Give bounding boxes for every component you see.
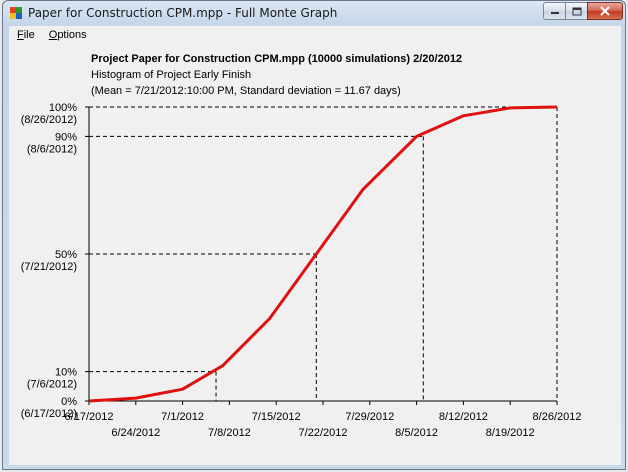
maximize-button[interactable] xyxy=(565,2,588,20)
y-marker-date: (8/26/2012) xyxy=(21,114,77,126)
chart-title: Project Paper for Construction CPM.mpp (… xyxy=(91,53,462,65)
app-icon xyxy=(10,7,22,19)
close-icon xyxy=(600,6,610,16)
y-marker-date: (7/21/2012) xyxy=(21,261,77,273)
menu-options[interactable]: Options xyxy=(43,29,93,41)
x-tick-label: 7/8/2012 xyxy=(208,427,251,439)
y-marker-percent: 100% xyxy=(49,102,77,114)
window-title: Paper for Construction CPM.mpp - Full Mo… xyxy=(28,6,338,20)
y-marker-percent: 0% xyxy=(61,396,77,408)
x-tick-label: 7/15/2012 xyxy=(252,411,301,423)
chart-stats: (Mean = 7/21/2012:10:00 PM, Standard dev… xyxy=(91,85,401,97)
y-marker-percent: 10% xyxy=(55,367,77,379)
chart-subtitle: Histogram of Project Early Finish xyxy=(91,69,251,81)
x-tick-label: 8/26/2012 xyxy=(533,411,582,423)
y-marker-date: (6/17/2012) xyxy=(21,408,77,420)
x-tick-label: 8/12/2012 xyxy=(439,411,488,423)
x-tick-label: 7/22/2012 xyxy=(299,427,348,439)
maximize-icon xyxy=(572,7,581,15)
menu-bar: File Options xyxy=(9,26,621,44)
menu-file-accel: F xyxy=(17,29,24,41)
menu-file[interactable]: File xyxy=(11,29,41,41)
minimize-icon xyxy=(550,12,559,14)
x-tick-label: 7/1/2012 xyxy=(161,411,204,423)
minimize-button[interactable] xyxy=(543,2,566,20)
x-tick-label: 7/29/2012 xyxy=(345,411,394,423)
y-marker-percent: 50% xyxy=(55,249,77,261)
y-marker-percent: 90% xyxy=(55,131,77,143)
cumulative-chart: Project Paper for Construction CPM.mpp (… xyxy=(21,53,582,439)
title-bar[interactable]: Paper for Construction CPM.mpp - Full Mo… xyxy=(3,1,625,25)
graph-area: Project Paper for Construction CPM.mpp (… xyxy=(9,44,621,465)
y-marker-date: (7/6/2012) xyxy=(27,379,77,391)
menu-file-rest: ile xyxy=(23,29,35,41)
y-marker-date: (8/6/2012) xyxy=(27,143,77,155)
x-tick-label: 6/24/2012 xyxy=(111,427,160,439)
close-button[interactable] xyxy=(587,2,623,20)
app-window: Paper for Construction CPM.mpp - Full Mo… xyxy=(2,0,626,470)
menu-options-rest: ptions xyxy=(57,29,87,41)
x-tick-label: 8/5/2012 xyxy=(395,427,438,439)
x-tick-label: 8/19/2012 xyxy=(486,427,535,439)
